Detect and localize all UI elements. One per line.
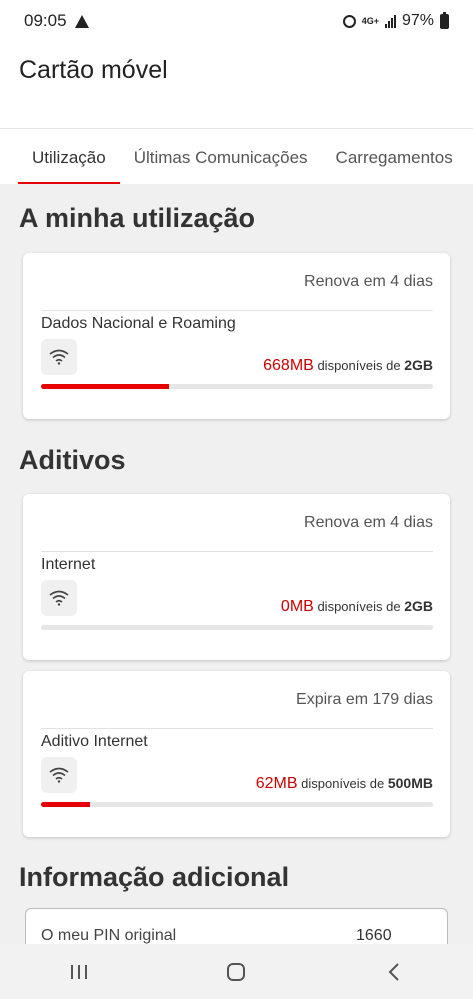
card-divider	[41, 728, 433, 729]
expiry-text: Expira em 179 dias	[296, 691, 433, 708]
plan-label: Dados Nacional e Roaming	[41, 315, 236, 332]
usage-progress-fill	[41, 802, 90, 807]
usage-section-title: A minha utilização	[19, 203, 256, 233]
alarm-icon	[342, 14, 356, 28]
addons-section-title: Aditivos	[19, 445, 126, 475]
back-button[interactable]	[364, 952, 424, 992]
availability-text: 668MB disponíveis de 2GB	[263, 357, 433, 375]
availability-text: 0MB disponíveis de 2GB	[281, 598, 433, 616]
back-icon	[388, 962, 399, 981]
availability-text: 62MB disponíveis de 500MB	[256, 775, 433, 793]
renew-text: Renova em 4 dias	[304, 514, 433, 531]
plan-label: Internet	[41, 556, 96, 573]
status-time: 09:05	[24, 11, 67, 30]
plan-label: Aditivo Internet	[41, 733, 148, 750]
tab-utilizacao[interactable]: Utilização	[0, 129, 120, 184]
signal-icon	[384, 14, 396, 28]
battery-percent: 97%	[401, 12, 434, 29]
system-nav-bar	[0, 944, 473, 999]
pin-value: 1660	[356, 927, 392, 944]
tab-bar: Utilização Últimas Comunicações Carregam…	[0, 128, 473, 184]
usage-progress-fill	[41, 384, 169, 389]
usage-card-data[interactable]: Renova em 4 dias Dados Nacional e Roamin…	[23, 253, 450, 419]
available-amount: 62MB	[255, 775, 298, 792]
recent-apps-icon	[70, 964, 87, 979]
renew-text: Renova em 4 dias	[304, 273, 433, 290]
card-divider	[41, 551, 433, 552]
usage-progress-bar	[41, 625, 433, 630]
network-type-icon: 4G+	[361, 15, 379, 26]
usage-progress-bar	[41, 384, 433, 389]
page-header: Cartão móvel	[0, 42, 473, 128]
addon-card-internet[interactable]: Renova em 4 dias Internet 0MB disponívei…	[23, 494, 450, 660]
addon-card-aditivo-internet[interactable]: Expira em 179 dias Aditivo Internet 62MB…	[23, 671, 450, 837]
recent-apps-button[interactable]	[49, 952, 109, 992]
available-amount: 668MB	[263, 357, 314, 374]
total-amount: 500MB	[387, 775, 433, 791]
available-label: disponíveis de	[317, 358, 401, 373]
available-label: disponíveis de	[317, 599, 401, 614]
home-icon	[227, 962, 246, 981]
additional-info-title: Informação adicional	[19, 862, 290, 892]
wifi-icon	[41, 757, 77, 793]
status-left: 09:05	[24, 11, 89, 31]
usage-progress-bar	[41, 802, 433, 807]
total-amount: 2GB	[404, 357, 433, 373]
status-right: 4G+ 97%	[342, 11, 449, 30]
warning-icon	[74, 14, 89, 28]
available-label: disponíveis de	[301, 776, 385, 791]
wifi-icon	[41, 580, 77, 616]
page-title: Cartão móvel	[19, 56, 168, 84]
pin-label: O meu PIN original	[41, 927, 177, 944]
tab-more[interactable]: D	[467, 129, 473, 184]
battery-icon	[440, 11, 449, 29]
tab-ultimas-comunicacoes[interactable]: Últimas Comunicações	[120, 129, 322, 184]
available-amount: 0MB	[280, 598, 314, 615]
card-divider	[41, 310, 433, 311]
home-button[interactable]	[206, 952, 266, 992]
total-amount: 2GB	[404, 598, 433, 614]
wifi-icon	[41, 339, 77, 375]
status-bar: 09:05 4G+ 97%	[0, 0, 473, 42]
tab-carregamentos[interactable]: Carregamentos	[322, 129, 467, 184]
